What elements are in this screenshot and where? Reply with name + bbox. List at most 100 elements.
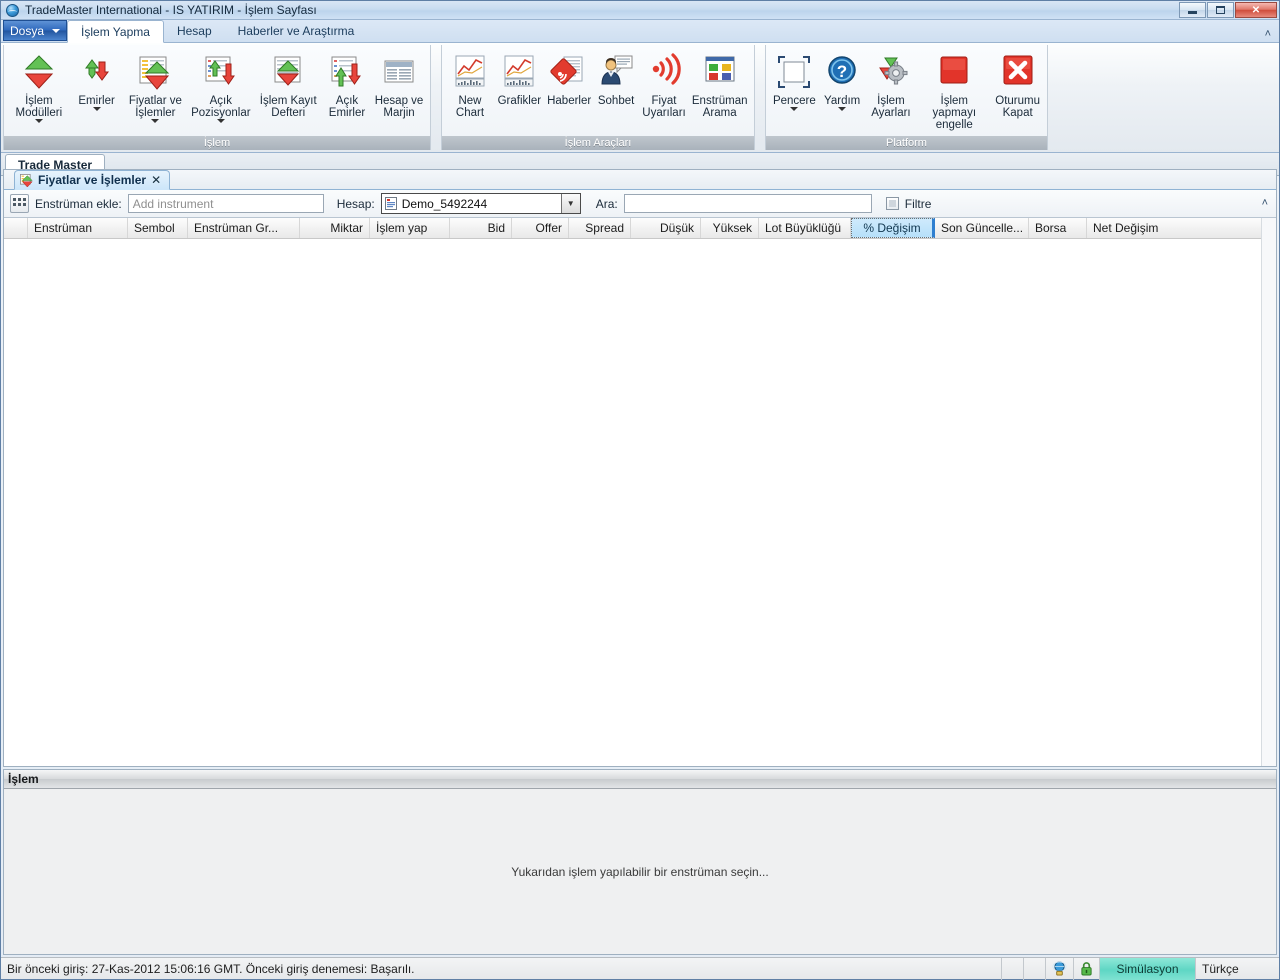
close-icon[interactable]: ✕ (151, 173, 161, 187)
ribbon-button-label: Enstrüman Arama (691, 95, 748, 119)
tab-label: İşlem Yapma (81, 24, 150, 39)
ribbon-button-label: İşlem yapmayı engelle (932, 95, 977, 131)
news-feed-icon (550, 51, 588, 93)
ribbon-button-oturumu-kapat[interactable]: Oturumu Kapat (992, 49, 1043, 121)
tab-label: Haberler ve Araştırma (237, 24, 355, 38)
grid-header-borsa[interactable]: Borsa (1029, 218, 1087, 238)
account-select[interactable]: Demo_5492244 ▼ (380, 193, 581, 214)
grid-header-yuksek[interactable]: Yüksek (701, 218, 759, 238)
ribbon-button-label: Hesap ve Marjin (374, 95, 424, 119)
ribbon-button-enstruman-arama[interactable]: Enstrüman Arama (689, 49, 750, 121)
ribbon-collapse-button[interactable]: ˄ (1265, 28, 1271, 40)
tab-hesap[interactable]: Hesap (164, 20, 225, 42)
status-language: Türkçe (1195, 957, 1279, 980)
file-menu-button[interactable]: Dosya (3, 20, 68, 41)
chevron-down-icon (838, 107, 847, 111)
ribbon-button-sohbet[interactable]: Sohbet (594, 49, 639, 109)
search-input[interactable] (623, 194, 872, 213)
ribbon-button-label: Açık Pozisyonlar (191, 95, 251, 119)
grid-header-bid[interactable]: Bid (450, 218, 512, 238)
chevron-down-icon[interactable]: ▼ (560, 194, 580, 213)
grid-vertical-scrollbar[interactable] (1261, 218, 1276, 766)
ribbon-group-title: İşlem Araçları (442, 136, 754, 150)
document-tab-bar: Fiyatlar ve İşlemler ✕ (4, 170, 1276, 190)
title-bar: TradeMaster International - IS YATIRIM -… (1, 1, 1279, 20)
account-value: Demo_5492244 (401, 196, 488, 211)
ribbon-button-yardim[interactable]: ? Yardım (819, 49, 866, 113)
ribbon-button-label: İşlem Kayıt Defteri (259, 95, 317, 119)
ribbon-group-platform: Pencere ? Yardım İşlem Ayarları İşlem ya… (765, 45, 1048, 150)
ribbon-button-label: Açık Emirler (328, 95, 366, 119)
ribbon-group-islem-araclari: New Chart Grafikler Haberler Sohbet Fiya… (441, 45, 755, 150)
chat-person-icon (597, 51, 635, 93)
ribbon-button-emirler[interactable]: Emirler (70, 49, 124, 113)
ribbon-button-fiyat-uyarilari[interactable]: Fiyat Uyarıları (639, 49, 690, 121)
application-window: TradeMaster International - IS YATIRIM -… (0, 0, 1280, 980)
ribbon-button-acik-pozisyonlar[interactable]: Açık Pozisyonlar (187, 49, 254, 125)
price-alert-icon (645, 51, 683, 93)
ribbon: İşlem Modülleri Emirler Fiyatlar ve İşle… (1, 43, 1279, 153)
ribbon-group-title: İşlem (4, 136, 430, 150)
chevron-down-icon (34, 119, 43, 123)
chevron-down-icon (790, 107, 799, 111)
ribbon-button-label: Emirler (78, 95, 115, 107)
toolbar-collapse-button[interactable]: ˄ (1262, 197, 1268, 209)
grid-header-offer[interactable]: Offer (512, 218, 569, 238)
file-menu-label: Dosya (10, 23, 45, 38)
add-instrument-label: Enstrüman ekle: (35, 196, 122, 211)
grid-header-row: Enstrüman Sembol Enstrüman Gr... Miktar … (4, 218, 1276, 239)
grid-header-enstruman-grubu[interactable]: Enstrüman Gr... (188, 218, 300, 238)
tab-islem-yapma[interactable]: İşlem Yapma (67, 20, 164, 43)
minimize-button[interactable] (1179, 2, 1206, 18)
account-document-icon (384, 197, 397, 210)
ribbon-button-islem-ayarlari[interactable]: İşlem Ayarları (866, 49, 917, 121)
ribbon-button-islem-modulleri[interactable]: İşlem Modülleri (8, 49, 70, 125)
grid-header-dusuk[interactable]: Düşük (631, 218, 701, 238)
ribbon-button-haberler[interactable]: Haberler (545, 49, 594, 109)
filter-checkbox[interactable] (885, 197, 899, 210)
grid-header-son-guncelleme[interactable]: Son Güncelle... (935, 218, 1029, 238)
chart-icon (500, 51, 538, 93)
maximize-icon (1216, 6, 1225, 14)
window-title: TradeMaster International - IS YATIRIM -… (25, 3, 317, 17)
status-spacer-2 (1023, 957, 1045, 980)
lock-icon[interactable] (1073, 957, 1099, 980)
ledger-triangles-icon (268, 51, 308, 93)
svg-text:?: ? (837, 62, 847, 81)
ribbon-button-grafikler[interactable]: Grafikler (494, 49, 545, 109)
grid-header-islem-yap[interactable]: İşlem yap (370, 218, 450, 238)
ribbon-button-islem-yapmayi-engelle[interactable]: İşlem yapmayı engelle (916, 49, 992, 133)
grid-arrows-icon (327, 51, 367, 93)
up-down-triangles-icon (19, 51, 59, 93)
grid-header-enstruman[interactable]: Enstrüman (28, 218, 128, 238)
grid-header-lot-buyuklugu[interactable]: Lot Büyüklüğü (759, 218, 851, 238)
instrument-search-icon (701, 51, 739, 93)
grid-header-spread[interactable]: Spread (569, 218, 631, 238)
ribbon-button-pencere[interactable]: Pencere (770, 49, 819, 113)
ribbon-button-fiyatlar-ve-islemler[interactable]: Fiyatlar ve İşlemler (124, 49, 188, 125)
red-block-icon (935, 51, 973, 93)
grid-header-net-degisim[interactable]: Net Değişim (1087, 218, 1180, 238)
close-icon: ✕ (1251, 4, 1261, 16)
ribbon-button-hesap-ve-marjin[interactable]: Hesap ve Marjin (372, 49, 426, 121)
document-tab-fiyatlar-ve-islemler[interactable]: Fiyatlar ve İşlemler ✕ (14, 170, 171, 190)
grid-header-sembol[interactable]: Sembol (128, 218, 188, 238)
column-chooser-icon[interactable] (10, 194, 29, 213)
close-button[interactable]: ✕ (1235, 2, 1277, 18)
add-instrument-input[interactable]: Add instrument (127, 194, 324, 213)
status-bar: Bir önceki giriş: 27-Kas-2012 15:06:16 G… (1, 957, 1279, 980)
grid-body[interactable] (4, 240, 1276, 766)
grid-arrows-icon (201, 51, 241, 93)
maximize-button[interactable] (1207, 2, 1234, 18)
network-globe-icon[interactable] (1045, 957, 1073, 980)
grid-triangles-icon (135, 51, 175, 93)
ribbon-button-islem-kayit-defteri[interactable]: İşlem Kayıt Defteri (255, 49, 322, 121)
grid-header-yuzde-degisim[interactable]: % Değişim (851, 218, 935, 238)
ribbon-button-label: Sohbet (597, 95, 635, 107)
ribbon-button-acik-emirler[interactable]: Açık Emirler (322, 49, 372, 121)
ribbon-button-new-chart[interactable]: New Chart (446, 49, 494, 121)
ribbon-button-label: Fiyatlar ve İşlemler (128, 95, 182, 119)
ribbon-button-label: Oturumu Kapat (995, 95, 1041, 119)
tab-haberler-ve-arastirma[interactable]: Haberler ve Araştırma (225, 20, 368, 42)
grid-header-miktar[interactable]: Miktar (300, 218, 370, 238)
